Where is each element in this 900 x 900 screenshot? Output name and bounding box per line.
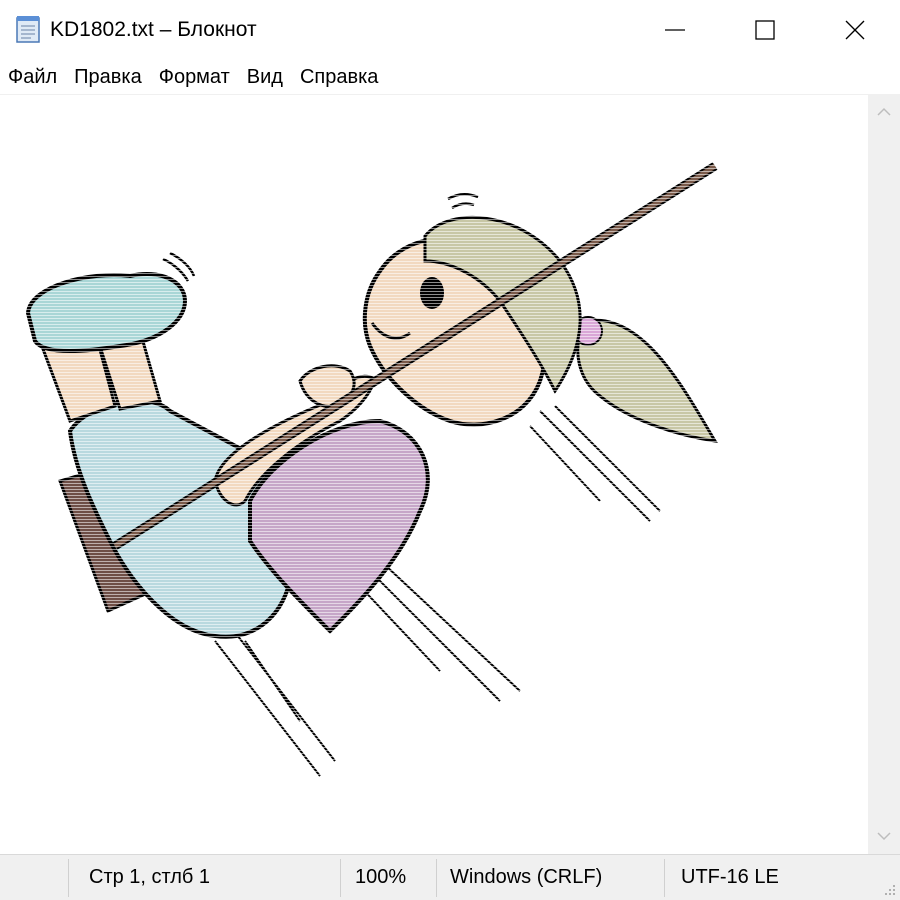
resize-grip-icon[interactable]: [882, 882, 896, 896]
scroll-down-button[interactable]: [868, 818, 900, 854]
menu-bar: Файл Правка Формат Вид Справка: [0, 60, 900, 94]
line-endings: Windows (CRLF): [450, 866, 603, 888]
encoding: UTF-16 LE: [681, 866, 779, 888]
menu-view[interactable]: Вид: [238, 60, 291, 94]
close-icon: [845, 20, 865, 40]
menu-edit[interactable]: Правка: [65, 60, 150, 94]
close-button[interactable]: [810, 0, 900, 60]
maximize-icon: [755, 20, 775, 40]
status-separator: [664, 859, 665, 897]
menu-help[interactable]: Справка: [291, 60, 386, 94]
maximize-button[interactable]: [720, 0, 810, 60]
ascii-art-image: [0, 95, 868, 854]
title-bar: KD1802.txt – Блокнот: [0, 0, 900, 60]
window-title: KD1802.txt – Блокнот: [50, 18, 257, 41]
menu-format[interactable]: Формат: [150, 60, 238, 94]
status-separator: [68, 859, 69, 897]
scroll-up-button[interactable]: [868, 94, 900, 130]
vertical-scrollbar[interactable]: [868, 94, 900, 854]
minimize-icon: [665, 29, 685, 31]
status-separator: [340, 859, 341, 897]
menu-file[interactable]: Файл: [0, 60, 65, 94]
text-editor-area[interactable]: [0, 94, 868, 854]
minimize-button[interactable]: [630, 0, 720, 60]
chevron-down-icon: [877, 832, 891, 841]
status-bar: Стр 1, стлб 1 100% Windows (CRLF) UTF-16…: [0, 854, 900, 900]
scanline-overlay: [0, 95, 868, 854]
chevron-up-icon: [877, 107, 891, 116]
notepad-icon: [16, 16, 40, 43]
status-separator: [436, 859, 437, 897]
zoom-level: 100%: [355, 866, 407, 888]
cursor-position: Стр 1, стлб 1: [89, 866, 211, 888]
